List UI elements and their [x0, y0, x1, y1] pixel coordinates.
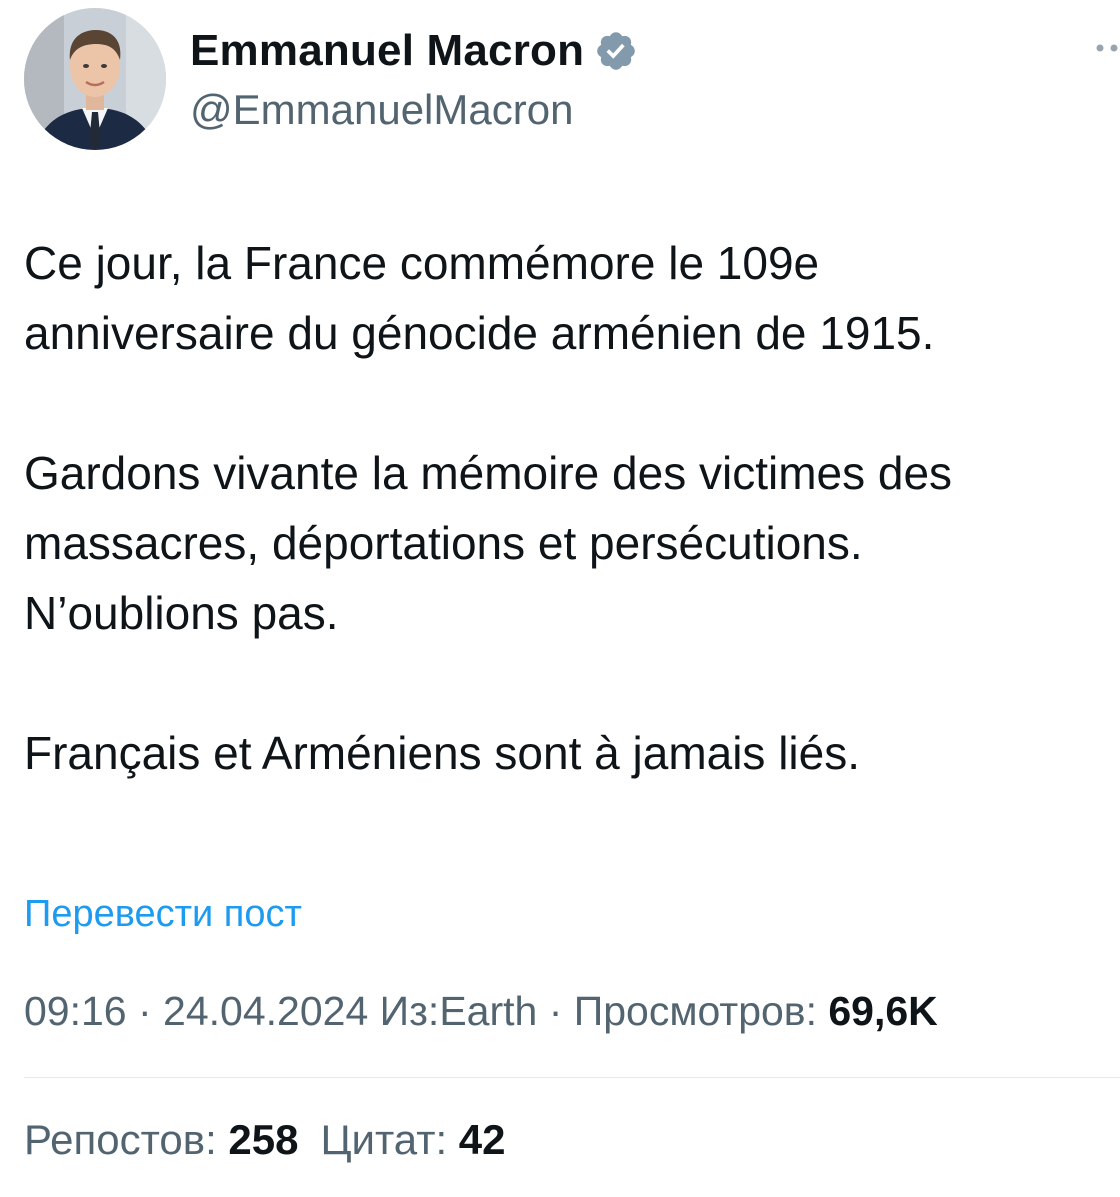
avatar-photo — [24, 8, 166, 150]
more-options-icon[interactable] — [1094, 36, 1120, 60]
author-display-name[interactable]: Emmanuel Macron — [190, 26, 584, 76]
avatar[interactable] — [24, 8, 166, 150]
post-paragraph: Gardons vivante la mémoire des victimes … — [24, 447, 953, 639]
post-paragraph: Français et Arméniens sont à jamais liés… — [24, 727, 861, 779]
quotes-label: Цитат: — [320, 1116, 459, 1163]
reposts-stat[interactable]: Репостов: 258 — [24, 1116, 298, 1163]
post-time[interactable]: 09:16 — [24, 988, 127, 1034]
post-source: Из:Earth — [379, 988, 538, 1034]
verified-badge-icon[interactable] — [594, 29, 638, 73]
author-display-name-row[interactable]: Emmanuel Macron — [190, 26, 638, 76]
meta-separator: · — [126, 988, 164, 1034]
quotes-stat[interactable]: Цитат: 42 — [320, 1116, 505, 1163]
reposts-count: 258 — [228, 1116, 299, 1163]
divider — [24, 1077, 1120, 1078]
translate-post-link[interactable]: Перевести пост — [24, 893, 302, 936]
reposts-label: Репостов: — [24, 1116, 229, 1163]
author-handle[interactable]: @EmmanuelMacron — [190, 86, 573, 134]
post-meta: 09:16 · 24.04.2024 Из:Earth · Просмотров… — [24, 988, 938, 1035]
meta-separator: · — [537, 988, 574, 1034]
post-text: Ce jour, la France commémore le 109e ann… — [24, 228, 1114, 788]
post-paragraph: Ce jour, la France commémore le 109e ann… — [24, 237, 935, 359]
quotes-count: 42 — [458, 1116, 506, 1163]
post-date[interactable]: 24.04.2024 — [163, 988, 368, 1034]
post-stats: Репостов: 258 Цитат: 42 — [24, 1116, 506, 1164]
views-count[interactable]: 69,6K — [828, 988, 937, 1034]
views-label: Просмотров: — [573, 988, 829, 1034]
